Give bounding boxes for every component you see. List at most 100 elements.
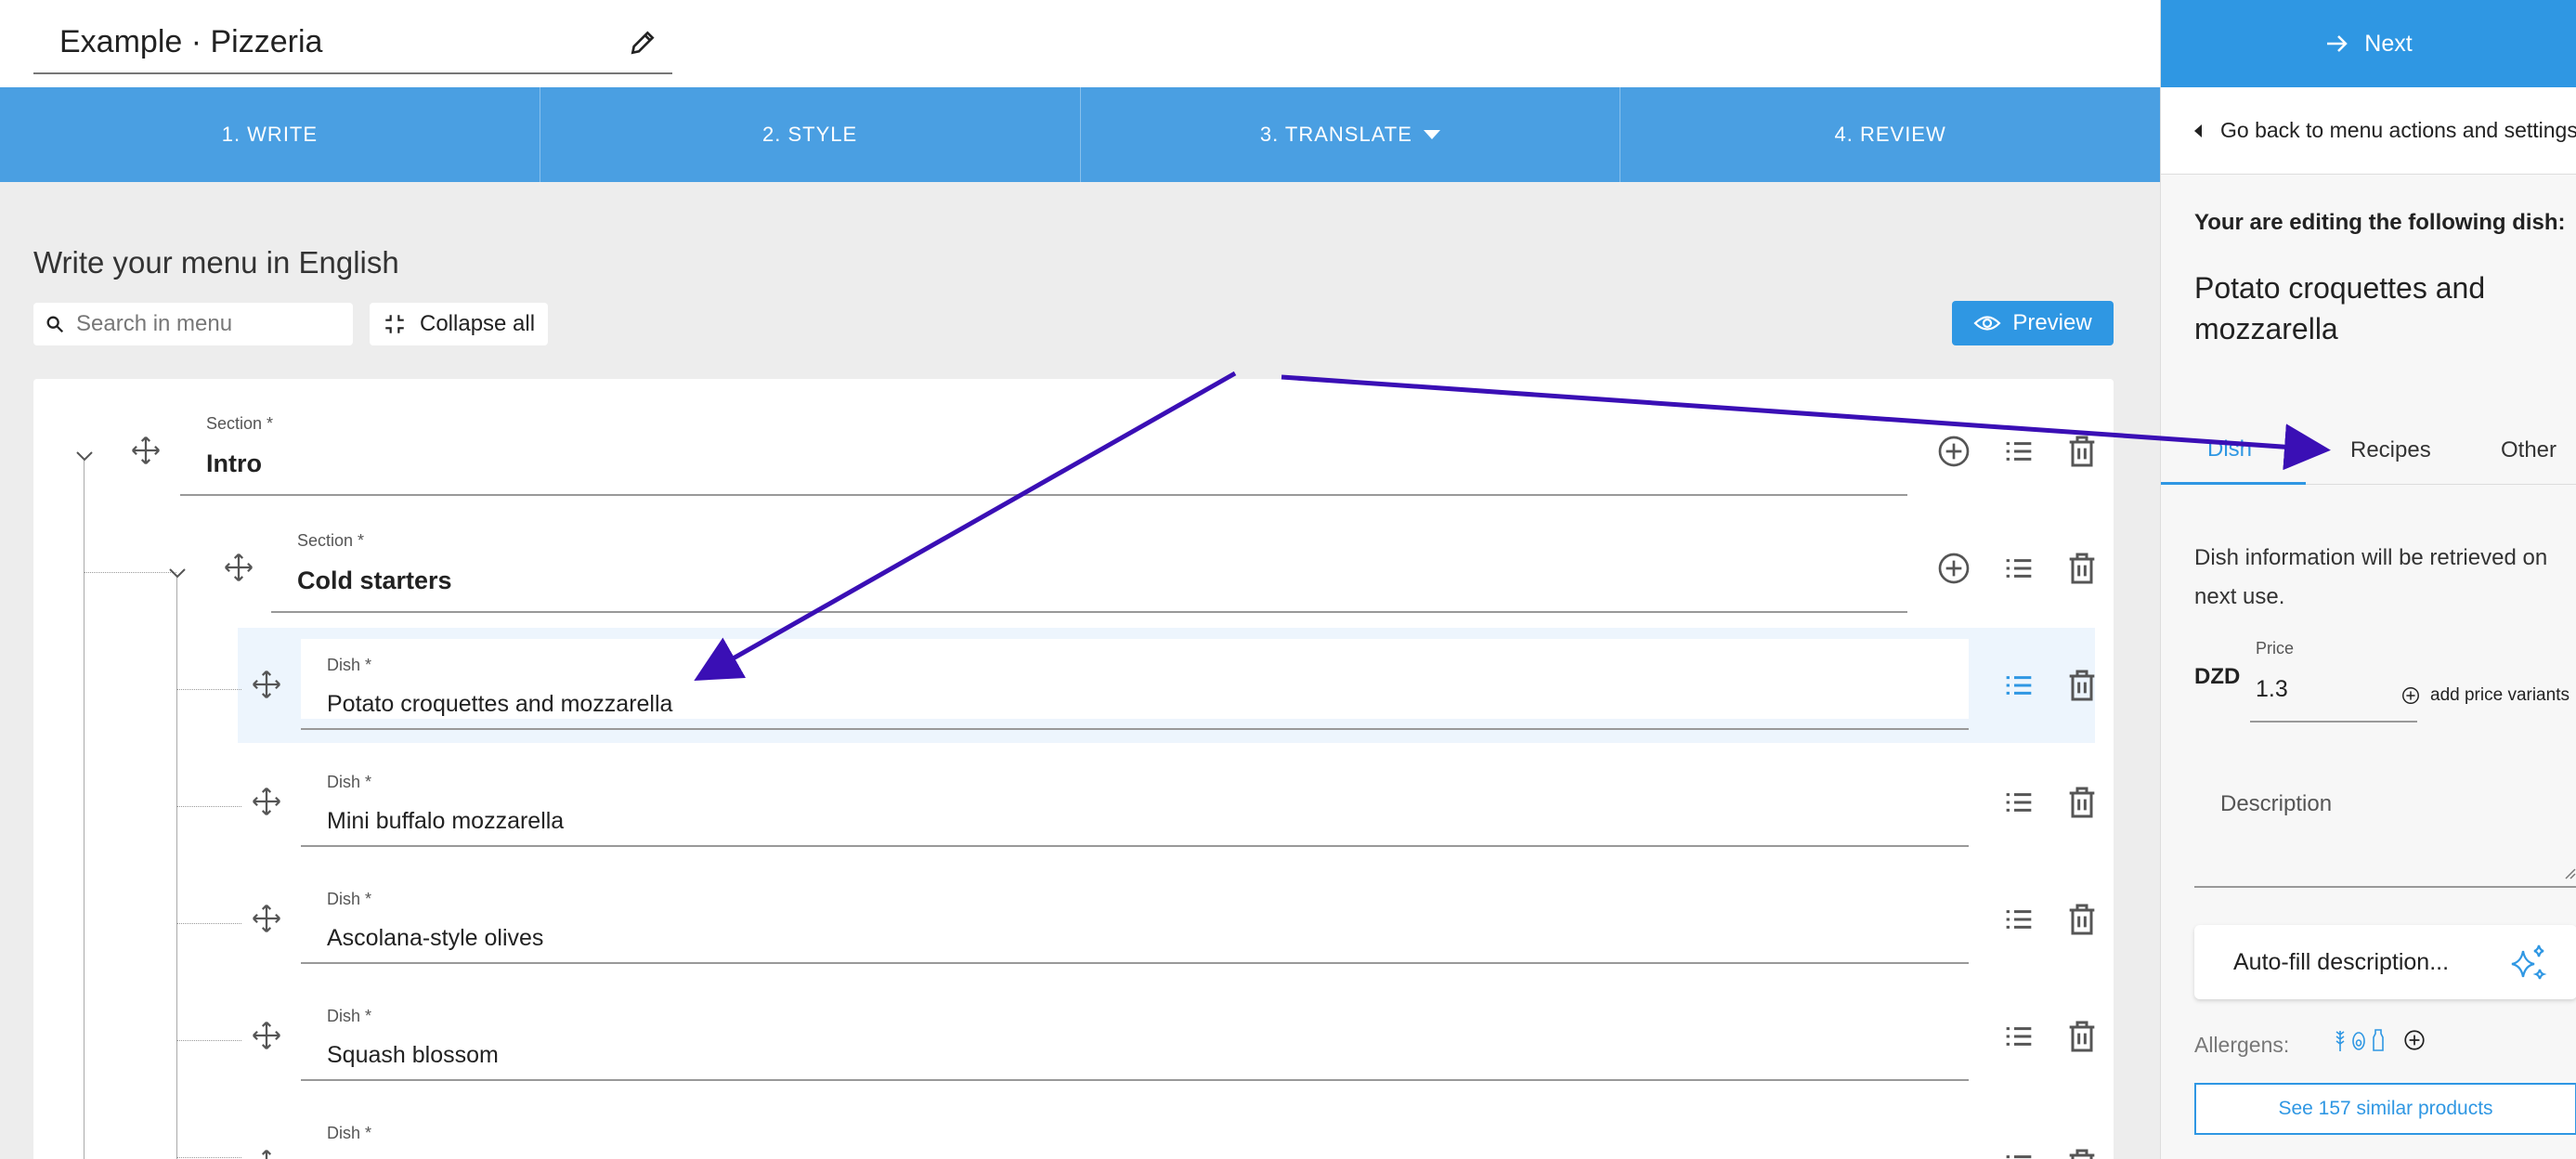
tab-recipes[interactable]: Recipes xyxy=(2350,416,2431,485)
egg-icon[interactable] xyxy=(2350,1027,2367,1053)
chevron-down-icon[interactable] xyxy=(74,449,95,462)
dish-row: Dish * xyxy=(33,1081,2114,1159)
trash-icon[interactable] xyxy=(2063,667,2101,704)
tab-review[interactable]: 4. REVIEW xyxy=(1620,87,2160,182)
tab-style[interactable]: 2. STYLE xyxy=(540,87,1081,182)
description-label: Description xyxy=(2220,791,2333,816)
allergens-label: Allergens: xyxy=(2194,1033,2290,1057)
section-row: Section * Cold starters xyxy=(33,496,2114,613)
list-icon[interactable] xyxy=(2000,1018,2037,1055)
drag-handle-icon[interactable] xyxy=(251,903,282,934)
wheat-icon[interactable] xyxy=(2334,1027,2347,1053)
milk-icon[interactable] xyxy=(2371,1027,2386,1053)
drag-handle-icon[interactable] xyxy=(130,435,162,466)
list-icon[interactable] xyxy=(2000,1146,2037,1159)
tab-translate[interactable]: 3. TRANSLATE xyxy=(1081,87,1621,182)
collapse-all-button[interactable]: Collapse all xyxy=(370,303,549,345)
dish-label: Dish * xyxy=(327,1124,372,1142)
section-label: Section * xyxy=(206,414,274,433)
editing-label: Your are editing the following dish: xyxy=(2194,210,2566,235)
list-icon[interactable] xyxy=(2000,667,2037,704)
drag-handle-icon[interactable] xyxy=(251,786,282,817)
tab-write-label: 1. WRITE xyxy=(221,123,319,146)
back-to-menu-link[interactable]: Go back to menu actions and settings xyxy=(2161,87,2576,175)
steps-bar: 1. WRITE 2. STYLE 3. TRANSLATE 4. REVIEW xyxy=(0,87,2160,182)
add-price-variants-button[interactable]: add price variants xyxy=(2400,685,2569,706)
trash-icon[interactable] xyxy=(2063,433,2101,470)
dish-row: Dish * Mini buffalo mozzarella xyxy=(33,730,2114,847)
dish-row: Dish * Potato croquettes and mozzarella xyxy=(33,613,2114,730)
currency-code[interactable]: DZD xyxy=(2194,664,2240,690)
chevron-down-icon[interactable] xyxy=(167,566,188,580)
tab-review-label: 4. REVIEW xyxy=(1834,123,1946,146)
section-row: Section * Intro xyxy=(33,379,2114,496)
list-icon[interactable] xyxy=(2000,550,2037,587)
dish-label: Dish * xyxy=(327,773,372,791)
menu-title: Example · Pizzeria xyxy=(59,24,323,59)
list-icon[interactable] xyxy=(2000,901,2037,938)
arrow-right-icon xyxy=(2327,35,2348,52)
section-name-intro[interactable]: Intro xyxy=(206,449,262,478)
trash-icon[interactable] xyxy=(2063,901,2101,938)
dish-name[interactable]: Ascolana-style olives xyxy=(327,925,543,952)
allergen-icons xyxy=(2334,1027,2426,1053)
tab-write[interactable]: 1. WRITE xyxy=(0,87,540,182)
similar-products-button[interactable]: See 157 similar products xyxy=(2194,1083,2576,1135)
section-label: Section * xyxy=(297,531,365,550)
trash-icon[interactable] xyxy=(2063,1018,2101,1055)
main-content: Write your menu in English Collapse all … xyxy=(0,182,2160,1159)
dish-info-text: Dish information will be retrieved on ne… xyxy=(2194,545,2548,609)
dish-edit-panel: Next Go back to menu actions and setting… xyxy=(2160,0,2576,1159)
dish-name[interactable]: Potato croquettes and mozzarella xyxy=(327,691,672,718)
section-name-cold-starters[interactable]: Cold starters xyxy=(297,566,452,595)
back-label: Go back to menu actions and settings xyxy=(2220,118,2576,142)
autofill-label: Auto-fill description... xyxy=(2233,948,2450,975)
trash-icon[interactable] xyxy=(2063,550,2101,587)
trash-icon[interactable] xyxy=(2063,784,2101,821)
add-circle-icon[interactable] xyxy=(1935,550,1972,587)
tab-dish[interactable]: Dish xyxy=(2161,416,2306,485)
panel-dish-name: Potato croquettes and mozzarella xyxy=(2194,271,2486,345)
drag-handle-icon[interactable] xyxy=(251,1148,282,1159)
drag-handle-icon[interactable] xyxy=(251,669,282,700)
dish-label: Dish * xyxy=(327,656,372,674)
price-label: Price xyxy=(2256,639,2295,658)
autofill-description-button[interactable]: Auto-fill description... xyxy=(2194,925,2576,999)
dish-name[interactable]: Squash blossom xyxy=(327,1042,499,1069)
drag-handle-icon[interactable] xyxy=(251,1020,282,1051)
tab-other-label: Other xyxy=(2501,437,2557,462)
dish-row: Dish * Ascolana-style olives xyxy=(33,847,2114,964)
description-field[interactable]: Description xyxy=(2194,769,2576,888)
top-bar: Example · Pizzeria xyxy=(0,0,2160,87)
drag-handle-icon[interactable] xyxy=(223,552,254,583)
dish-label: Dish * xyxy=(327,890,372,908)
dish-row: Dish * Squash blossom xyxy=(33,964,2114,1081)
add-circle-icon xyxy=(2402,687,2419,704)
dish-name[interactable]: Mini buffalo mozzarella xyxy=(327,808,564,835)
search-box[interactable] xyxy=(33,303,353,345)
caret-down-icon xyxy=(1423,130,1440,139)
page-heading: Write your menu in English xyxy=(33,245,399,280)
pencil-icon[interactable] xyxy=(628,28,657,58)
add-circle-icon[interactable] xyxy=(1935,433,1972,470)
collapse-icon xyxy=(385,315,404,333)
trash-icon[interactable] xyxy=(2063,1146,2101,1159)
next-label: Next xyxy=(2364,30,2413,57)
resize-handle-icon[interactable] xyxy=(2562,866,2576,880)
search-input[interactable] xyxy=(76,311,336,337)
panel-tabs: Dish Recipes Other xyxy=(2161,416,2576,485)
list-icon[interactable] xyxy=(2000,784,2037,821)
collapse-all-label: Collapse all xyxy=(420,311,536,336)
price-input[interactable]: 1.3 xyxy=(2256,676,2288,703)
preview-button[interactable]: Preview xyxy=(1952,301,2114,345)
price-underline xyxy=(2250,721,2417,723)
caret-left-icon xyxy=(2194,124,2202,137)
tab-other[interactable]: Other xyxy=(2501,416,2556,485)
similar-label: See 157 similar products xyxy=(2278,1098,2493,1119)
list-icon[interactable] xyxy=(2000,433,2037,470)
add-allergen-icon[interactable] xyxy=(2402,1028,2426,1052)
sparkle-icon xyxy=(2511,944,2547,980)
next-button[interactable]: Next xyxy=(2161,0,2576,87)
add-variants-label: add price variants xyxy=(2430,685,2569,705)
menu-title-field[interactable]: Example · Pizzeria xyxy=(33,11,672,74)
